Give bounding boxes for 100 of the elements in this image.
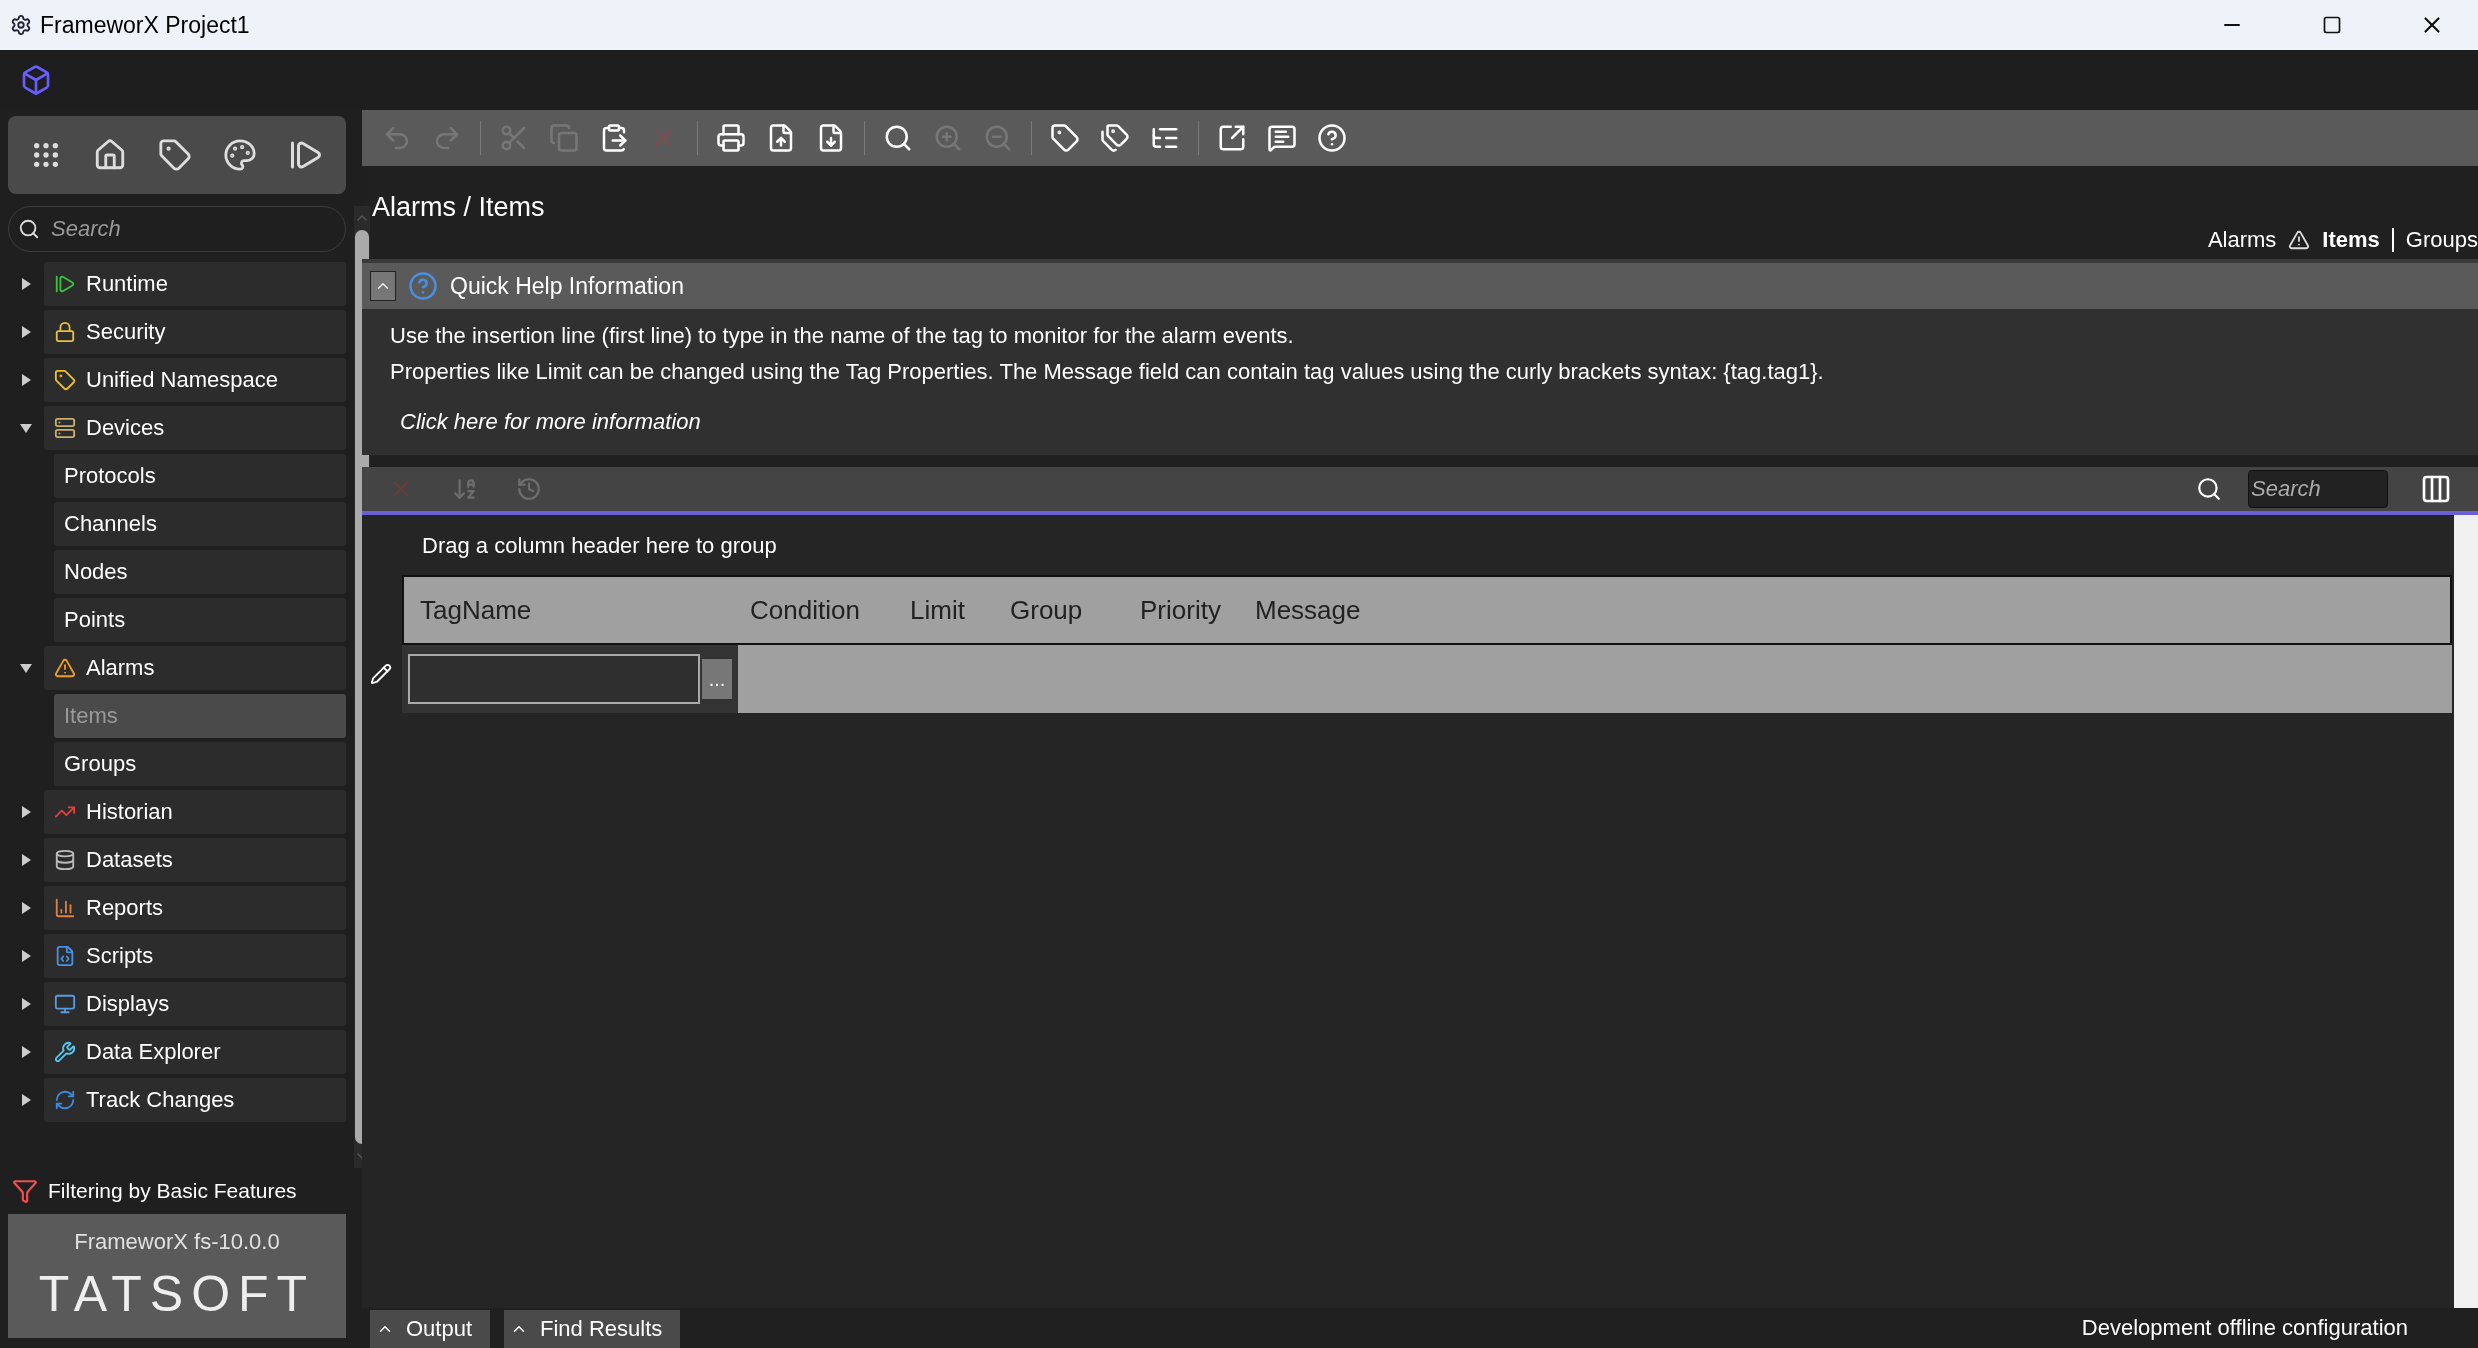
caret-right-icon[interactable] xyxy=(21,1094,31,1106)
help-link[interactable]: Click here for more information xyxy=(390,409,2450,435)
column-header[interactable]: Limit xyxy=(910,594,1010,626)
refresh-icon xyxy=(54,1089,76,1111)
caret-right-icon[interactable] xyxy=(21,902,31,914)
tree-item[interactable]: Unified Namespace xyxy=(44,358,346,402)
tag-icon[interactable] xyxy=(157,138,192,172)
palette-icon[interactable] xyxy=(223,138,258,172)
tree-item[interactable]: Scripts xyxy=(44,934,346,978)
pencil-icon xyxy=(370,663,392,685)
tree-item-label: Displays xyxy=(86,991,170,1017)
tree-item[interactable]: Channels xyxy=(54,502,346,546)
help-text: Use the insertion line (first line) to type in the name of the tag to monitor for the alarm events. xyxy=(390,323,1295,349)
caret-right-icon[interactable] xyxy=(21,806,31,818)
caret-right-icon[interactable] xyxy=(21,278,31,290)
tree-item-label: Devices xyxy=(86,415,165,441)
caret-right-icon[interactable] xyxy=(21,374,31,386)
panel-tab[interactable]: Output xyxy=(370,1310,491,1348)
column-header[interactable]: Group xyxy=(1010,594,1140,626)
caret-right-icon[interactable] xyxy=(21,326,31,338)
section-link[interactable]: Items xyxy=(2322,227,2380,253)
wrench-icon xyxy=(54,1041,76,1063)
database-icon xyxy=(54,849,76,871)
filter-note: Filtering by Basic Features xyxy=(48,1179,297,1203)
search-icon xyxy=(18,218,40,240)
tree-item-label: Historian xyxy=(86,799,173,825)
tag-icon[interactable] xyxy=(1050,123,1080,153)
tree-item[interactable]: Datasets xyxy=(44,838,346,882)
warning-icon xyxy=(2288,229,2311,251)
tree-item-label: Reports xyxy=(86,895,164,921)
logo-icon xyxy=(20,64,52,96)
filter-icon xyxy=(12,1178,38,1204)
section-link[interactable]: Alarms xyxy=(2207,227,2277,253)
collapse-button[interactable] xyxy=(370,271,396,301)
warning-icon xyxy=(54,657,76,679)
column-header[interactable]: Condition xyxy=(750,594,910,626)
tree-item-label: Data Explorer xyxy=(86,1039,221,1065)
column-header[interactable]: Message xyxy=(1255,594,1475,626)
tree-item-label: Scripts xyxy=(86,943,154,969)
tree-item-label: Track Changes xyxy=(86,1087,235,1113)
lock-icon xyxy=(54,321,76,343)
gear-icon xyxy=(10,14,32,36)
tree-item[interactable]: Alarms xyxy=(44,646,346,690)
group-hint: Drag a column header here to group xyxy=(421,532,778,560)
print-icon[interactable] xyxy=(716,123,746,153)
window-title: FrameworX Project1 xyxy=(40,11,251,39)
tab-label: Output xyxy=(406,1316,473,1342)
help-text: Properties like Limit can be changed using the Tag Properties. The Message field can contain tag values using the curly brackets syntax: {tag.tag1}. xyxy=(390,359,1825,385)
tree-item[interactable]: Security xyxy=(44,310,346,354)
caret-down-icon[interactable] xyxy=(20,423,32,433)
tree-item-label: Datasets xyxy=(86,847,173,873)
breadcrumb: Alarms / Items xyxy=(371,191,546,223)
tag-icon xyxy=(54,369,76,391)
columns-icon[interactable] xyxy=(2420,473,2452,505)
tree-item[interactable]: Track Changes xyxy=(44,1078,346,1122)
tree-item[interactable]: Protocols xyxy=(54,454,346,498)
version-label: FrameworX fs-10.0.0 xyxy=(74,1229,280,1255)
caret-right-icon[interactable] xyxy=(21,854,31,866)
tree-item[interactable]: Runtime xyxy=(44,262,346,306)
tree-item[interactable]: Displays xyxy=(44,982,346,1026)
tree-item-label: Unified Namespace xyxy=(86,367,278,393)
maximize-icon[interactable] xyxy=(2322,15,2342,35)
bar-chart-icon xyxy=(54,897,76,919)
code-file-icon xyxy=(54,945,76,967)
brand-logo: TATSOFT xyxy=(38,1265,316,1323)
caret-right-icon[interactable] xyxy=(21,1046,31,1058)
external-link-icon[interactable] xyxy=(1217,123,1247,153)
scrollbar[interactable] xyxy=(2454,515,2478,1308)
search-icon[interactable] xyxy=(883,123,913,153)
play-icon xyxy=(54,273,76,295)
browse-button[interactable]: ... xyxy=(702,659,732,699)
column-header[interactable]: TagName xyxy=(420,594,750,626)
status-text: Development offline configuration xyxy=(2081,1315,2408,1341)
help-title: Quick Help Information xyxy=(450,272,684,300)
tree-item[interactable]: Nodes xyxy=(54,550,346,594)
search-field[interactable]: Search xyxy=(8,206,346,252)
caret-down-icon[interactable] xyxy=(20,663,32,673)
help-icon[interactable] xyxy=(1317,123,1347,153)
panel-tab[interactable]: Find Results xyxy=(504,1310,681,1348)
comment-icon[interactable] xyxy=(1267,123,1297,153)
tree-item[interactable]: Data Explorer xyxy=(44,1030,346,1074)
server-icon xyxy=(54,417,76,439)
monitor-icon xyxy=(54,993,76,1015)
tags-icon[interactable] xyxy=(1100,123,1130,153)
search-field[interactable]: Search xyxy=(2248,470,2388,508)
tree-item-label: Runtime xyxy=(86,271,168,297)
tree-item-label: Alarms xyxy=(86,655,155,681)
search-icon xyxy=(2196,476,2222,502)
section-link[interactable]: Groups xyxy=(2405,227,2478,253)
column-header[interactable]: Priority xyxy=(1140,594,1255,626)
caret-right-icon[interactable] xyxy=(21,998,31,1010)
tree-item[interactable]: Points xyxy=(54,598,346,642)
tree-item[interactable]: Reports xyxy=(44,886,346,930)
tree-item-label: Security xyxy=(86,319,166,345)
tree-item[interactable]: Historian xyxy=(44,790,346,834)
tree-item[interactable]: Groups xyxy=(54,742,346,786)
tab-label: Find Results xyxy=(540,1316,663,1342)
input-field[interactable] xyxy=(408,654,700,704)
tree-item[interactable]: Devices xyxy=(44,406,346,450)
caret-right-icon[interactable] xyxy=(21,950,31,962)
